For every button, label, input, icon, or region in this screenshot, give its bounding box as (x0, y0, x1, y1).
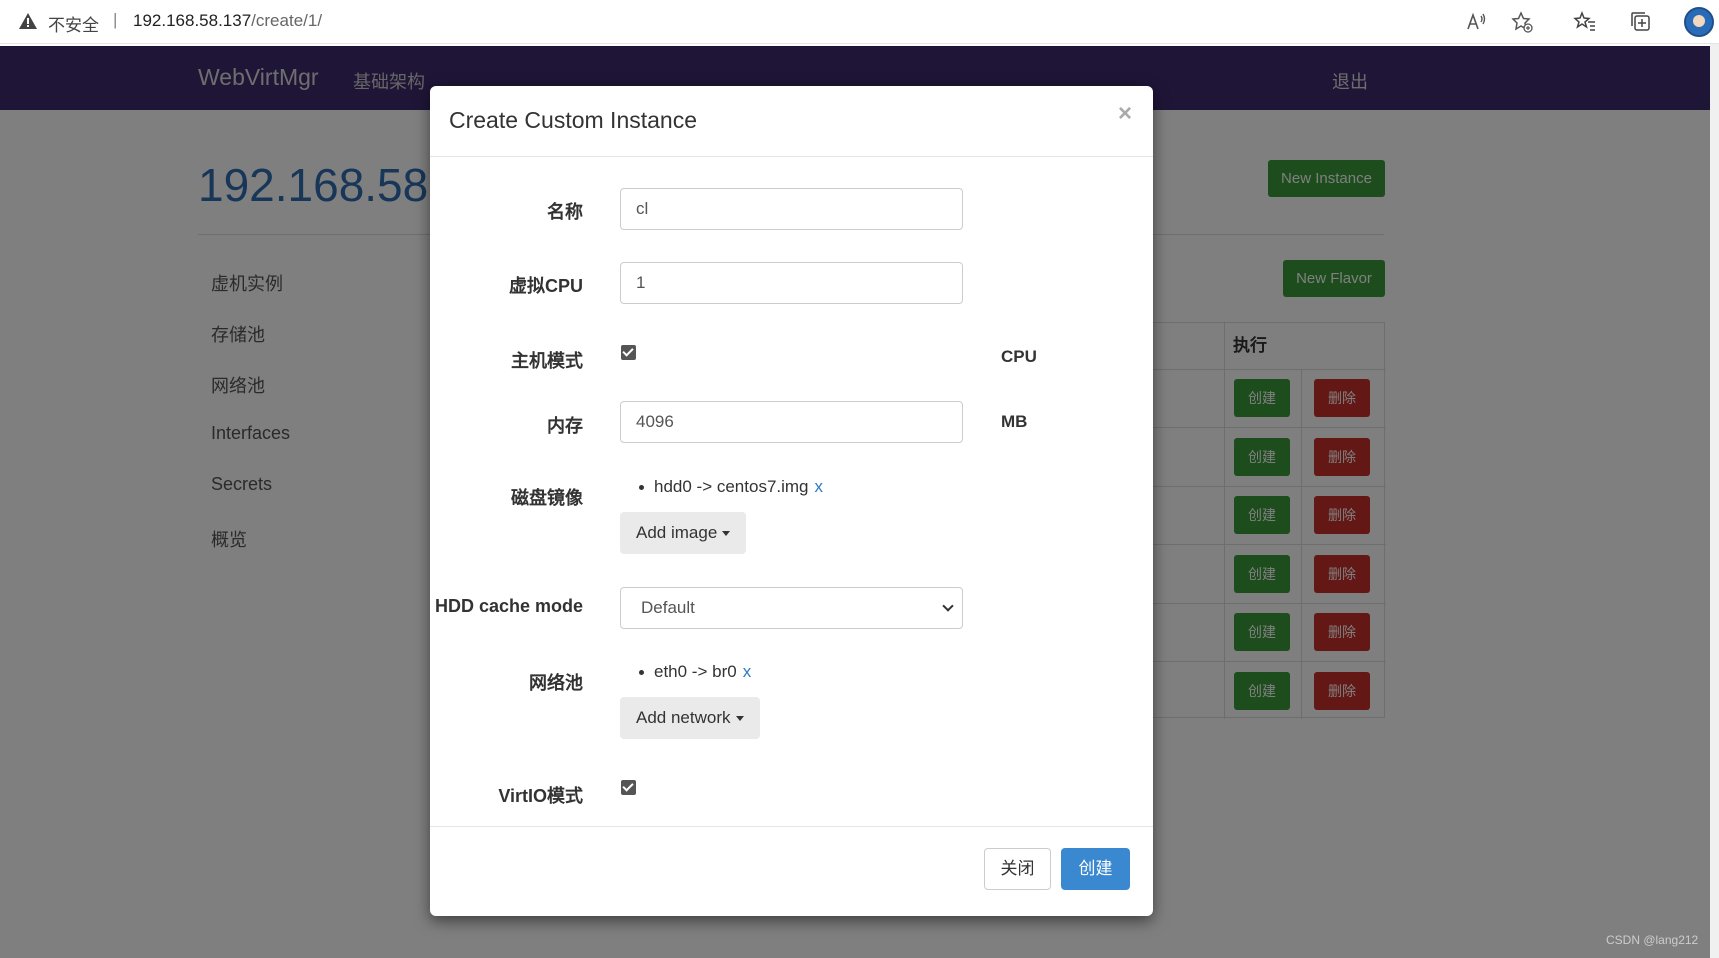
memory-unit-label: MB (1001, 412, 1028, 431)
caret-down-icon (735, 716, 744, 722)
page-scrollbar[interactable] (1710, 44, 1719, 958)
modal-header: Create Custom Instance × (430, 86, 1153, 157)
browser-address-bar: 不安全 | 192.168.58.137/create/1/ (0, 0, 1719, 44)
hdd-cache-select[interactable]: Default (620, 587, 963, 629)
create-button[interactable]: 创建 (1061, 848, 1130, 890)
virtio-checkbox[interactable] (621, 780, 636, 795)
read-aloud-icon[interactable] (1464, 10, 1488, 34)
insecure-label[interactable]: 不安全 (48, 11, 99, 36)
network-label: 网络池 (529, 673, 583, 693)
memory-label: 内存 (547, 416, 583, 436)
host-mode-cpu-label: CPU (1001, 347, 1037, 366)
url-separator: | (113, 10, 118, 29)
hdd-cache-selected-value: Default (641, 598, 695, 617)
caret-down-icon (722, 531, 731, 537)
host-mode-checkbox[interactable] (621, 345, 636, 360)
disk-image-item-text: hdd0 -> centos7.img (654, 477, 809, 496)
profile-avatar[interactable] (1684, 7, 1714, 37)
add-network-button[interactable]: Add network (620, 697, 760, 739)
modal-title: Create Custom Instance (449, 107, 698, 133)
watermark: CSDN @lang212 (1606, 933, 1699, 947)
add-favorite-icon[interactable] (1510, 10, 1534, 34)
url-path: /create/1/ (251, 11, 323, 30)
add-network-label: Add network (636, 708, 731, 727)
collections-icon[interactable] (1629, 10, 1653, 34)
favorites-icon[interactable] (1573, 10, 1597, 34)
add-image-label: Add image (636, 523, 718, 542)
virtio-label: VirtIO模式 (498, 786, 583, 806)
vcpu-label: 虚拟CPU (508, 276, 583, 296)
disk-image-label: 磁盘镜像 (511, 488, 583, 508)
close-icon[interactable]: × (1118, 100, 1132, 128)
network-item-text: eth0 -> br0 (654, 662, 737, 681)
url-field[interactable]: 192.168.58.137/create/1/ (133, 11, 322, 31)
url-host: 192.168.58.137 (133, 11, 252, 30)
remove-network-link[interactable]: x (743, 662, 752, 681)
disk-image-item: hdd0 -> centos7.img x (638, 477, 824, 497)
name-input[interactable] (620, 188, 963, 230)
vcpu-input[interactable] (620, 262, 963, 304)
hdd-cache-label: HDD cache mode (434, 596, 583, 616)
name-label: 名称 (547, 202, 583, 222)
warning-icon[interactable] (18, 11, 38, 31)
modal-footer-divider (430, 826, 1153, 827)
add-image-button[interactable]: Add image (620, 512, 747, 554)
network-item: eth0 -> br0 x (638, 662, 752, 682)
host-mode-label: 主机模式 (511, 351, 583, 371)
close-button[interactable]: 关闭 (984, 848, 1051, 890)
remove-disk-image-link[interactable]: x (815, 477, 824, 496)
memory-input[interactable] (620, 401, 963, 443)
create-instance-modal: Create Custom Instance × 名称 虚拟CPU 主机模式 C… (430, 86, 1153, 916)
chevron-down-icon (942, 600, 954, 612)
